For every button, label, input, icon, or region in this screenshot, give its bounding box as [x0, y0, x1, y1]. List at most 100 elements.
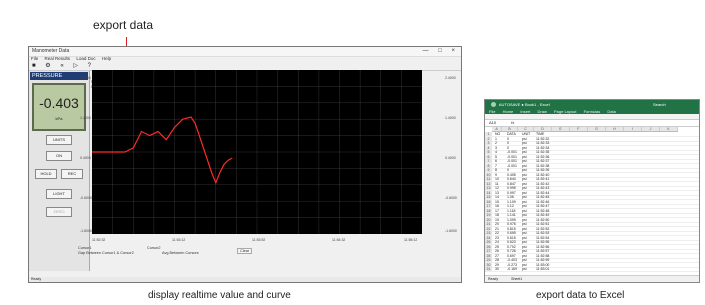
cell[interactable]: 1.06 — [507, 195, 514, 199]
cell[interactable]: 11:52:32 — [536, 137, 549, 141]
cell[interactable]: psi — [522, 159, 526, 163]
row-number[interactable]: 18 — [485, 208, 492, 213]
cell[interactable]: 11:52:40 — [536, 173, 549, 177]
cell[interactable]: 0.697 — [507, 254, 516, 258]
cell[interactable]: 11:52:54 — [536, 236, 549, 240]
cell[interactable]: TIME — [536, 132, 544, 136]
cell[interactable]: 0.615 — [507, 236, 516, 240]
cell[interactable]: 11:52:53 — [536, 231, 549, 235]
cell[interactable]: 0.976 — [507, 222, 516, 226]
clear-button[interactable]: Clear — [237, 248, 253, 254]
row-number[interactable]: 13 — [485, 186, 492, 190]
cell[interactable]: psi — [522, 173, 526, 177]
cell[interactable]: 11:52:42 — [536, 182, 549, 186]
cell[interactable]: 0 — [507, 137, 509, 141]
cell[interactable]: 11:52:56 — [536, 245, 549, 249]
row-number[interactable]: 22 — [485, 226, 492, 231]
menu-load-doc[interactable]: Load Doc — [76, 56, 95, 61]
cell[interactable]: psi — [522, 168, 526, 172]
cell[interactable]: 0.815 — [507, 227, 516, 231]
cell[interactable]: psi — [522, 209, 526, 213]
row-number[interactable]: 16 — [485, 199, 492, 204]
cell[interactable]: 30 — [495, 267, 499, 271]
row-number[interactable]: 7 — [485, 159, 492, 163]
cell[interactable]: 21 — [495, 227, 499, 231]
cell[interactable]: 14 — [495, 195, 499, 199]
cell[interactable]: -0.273 — [507, 263, 517, 267]
cell[interactable]: 11:52:43 — [536, 186, 549, 190]
name-box[interactable]: A10 — [489, 120, 496, 125]
cell[interactable]: 1.109 — [507, 200, 516, 204]
cell[interactable]: NO — [495, 132, 500, 136]
cell[interactable]: 3 — [495, 146, 497, 150]
rec-button[interactable]: REC — [61, 169, 83, 179]
cell[interactable]: psi — [522, 204, 526, 208]
cell[interactable]: 0.644 — [507, 177, 516, 181]
play-icon[interactable]: ▷ — [73, 63, 78, 69]
cell[interactable]: psi — [522, 218, 526, 222]
menu-help[interactable]: Help — [102, 56, 111, 61]
cell[interactable]: -0.169 — [507, 267, 517, 271]
cell[interactable]: psi — [522, 177, 526, 181]
cell[interactable]: 0.405 — [507, 173, 516, 177]
row-number[interactable]: 29 — [485, 258, 492, 262]
cell[interactable]: DATA — [507, 132, 516, 136]
help-icon[interactable]: ? — [88, 63, 91, 69]
cell[interactable]: 11:52:49 — [536, 213, 549, 217]
cell[interactable]: 18 — [495, 213, 499, 217]
units-button[interactable]: UNITS — [46, 135, 72, 145]
cell[interactable]: psi — [522, 182, 526, 186]
cell[interactable]: 11:52:45 — [536, 195, 549, 199]
row-number[interactable]: 10 — [485, 172, 492, 177]
row-number[interactable]: 2 — [485, 136, 492, 141]
cell[interactable]: psi — [522, 227, 526, 231]
cell[interactable]: 0.847 — [507, 182, 516, 186]
row-number[interactable]: 12 — [485, 181, 492, 186]
row-number[interactable]: 8 — [485, 163, 492, 168]
cell[interactable]: 15 — [495, 200, 499, 204]
cell[interactable]: 11:52:39 — [536, 168, 549, 172]
cell[interactable]: -0.001 — [507, 155, 517, 159]
cell[interactable]: psi — [522, 155, 526, 159]
cell[interactable]: 11:52:59 — [536, 258, 549, 262]
cell[interactable]: -0.001 — [507, 159, 517, 163]
cell[interactable]: 11:53:00 — [536, 263, 549, 267]
autosave-toggle-icon[interactable] — [491, 102, 496, 108]
cell[interactable]: 11:52:44 — [536, 191, 549, 195]
cell[interactable]: 26 — [495, 249, 499, 253]
cell[interactable]: 11:53:01 — [536, 267, 549, 271]
cell[interactable]: psi — [522, 254, 526, 258]
cell[interactable]: 8 — [495, 168, 497, 172]
cell[interactable]: 11:52:41 — [536, 177, 549, 181]
hold-button[interactable]: HOLD — [35, 169, 57, 179]
cell[interactable]: 0 — [507, 146, 509, 150]
cell[interactable]: psi — [522, 195, 526, 199]
row-number[interactable]: 19 — [485, 213, 492, 217]
cell[interactable]: 22 — [495, 231, 499, 235]
cell[interactable]: 11:52:37 — [536, 159, 549, 163]
cell[interactable]: 20 — [495, 222, 499, 226]
cell[interactable]: 4 — [495, 150, 497, 154]
save-icon[interactable]: ■ — [32, 63, 36, 69]
cell[interactable]: psi — [522, 267, 526, 271]
cell[interactable]: -0.001 — [507, 164, 517, 168]
cell[interactable]: 0 — [507, 141, 509, 145]
cell[interactable]: 0.702 — [507, 245, 516, 249]
cell[interactable]: 1 — [495, 137, 497, 141]
cell[interactable]: 6 — [495, 159, 497, 163]
row-number[interactable]: 17 — [485, 204, 492, 208]
cell[interactable]: 11:52:51 — [536, 222, 549, 226]
cell[interactable]: 1.118 — [507, 209, 516, 213]
row-number[interactable]: 11 — [485, 177, 492, 181]
cell[interactable]: psi — [522, 236, 526, 240]
cell[interactable]: psi — [522, 258, 526, 262]
cell[interactable]: 23 — [495, 236, 499, 240]
cell[interactable]: psi — [522, 240, 526, 244]
cell[interactable]: 28 — [495, 258, 499, 262]
row-number[interactable]: 24 — [485, 235, 492, 240]
cell[interactable]: 7 — [495, 164, 497, 168]
cell[interactable]: 11:52:46 — [536, 200, 549, 204]
cell[interactable]: psi — [522, 213, 526, 217]
back-icon[interactable]: « — [60, 63, 63, 69]
cell[interactable]: 11:52:50 — [536, 218, 549, 222]
